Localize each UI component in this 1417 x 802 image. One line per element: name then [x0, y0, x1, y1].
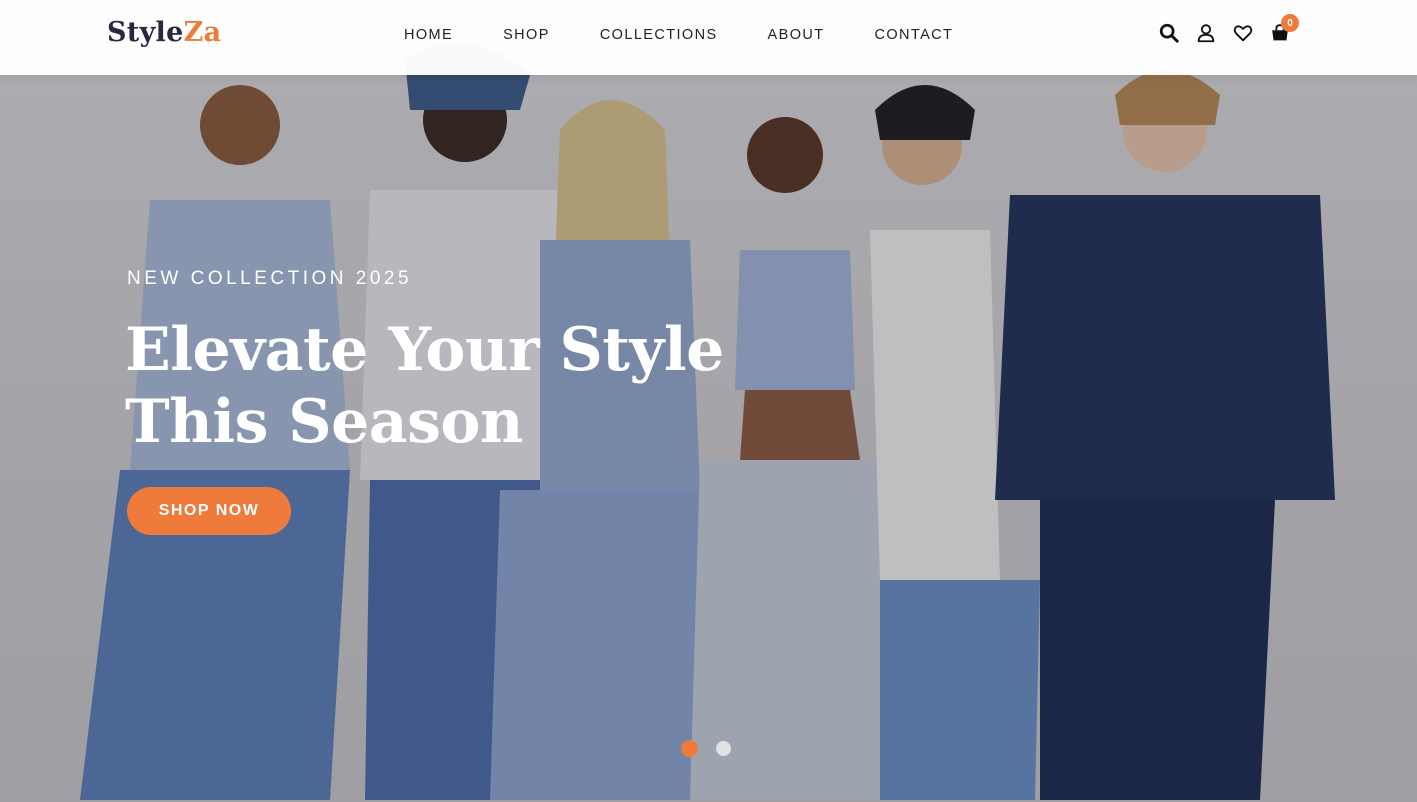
- main-nav: HOME SHOP COLLECTIONS ABOUT CONTACT: [404, 27, 1003, 43]
- site-header: StyleZa HOME SHOP COLLECTIONS ABOUT CONT…: [0, 0, 1417, 75]
- logo-text-style: Style: [107, 17, 184, 48]
- heart-icon[interactable]: [1232, 22, 1254, 44]
- logo-text-za: Za: [183, 17, 222, 48]
- hero-headline-line1: Elevate Your Style: [125, 315, 724, 385]
- hero-headline: Elevate Your Style This Season: [125, 314, 745, 458]
- shopping-bag-icon[interactable]: 0: [1269, 14, 1299, 44]
- hero-eyebrow: NEW COLLECTION 2025: [127, 268, 413, 289]
- nav-item-shop[interactable]: SHOP: [503, 27, 550, 43]
- nav-item-about[interactable]: ABOUT: [768, 27, 825, 43]
- carousel-dots: [681, 740, 749, 757]
- carousel-dot-1[interactable]: [681, 740, 698, 757]
- nav-item-collections[interactable]: COLLECTIONS: [600, 27, 718, 43]
- hero-headline-line2: This Season: [125, 387, 524, 457]
- logo[interactable]: StyleZa: [107, 17, 221, 48]
- nav-item-home[interactable]: HOME: [404, 27, 453, 43]
- user-icon[interactable]: [1195, 22, 1217, 44]
- nav-item-contact[interactable]: CONTACT: [875, 27, 954, 43]
- shop-now-button[interactable]: SHOP NOW: [127, 487, 291, 535]
- header-icons: 0: [1158, 14, 1306, 44]
- carousel-dot-2[interactable]: [716, 741, 731, 756]
- cart-count-badge: 0: [1281, 14, 1299, 32]
- search-icon[interactable]: [1158, 22, 1180, 44]
